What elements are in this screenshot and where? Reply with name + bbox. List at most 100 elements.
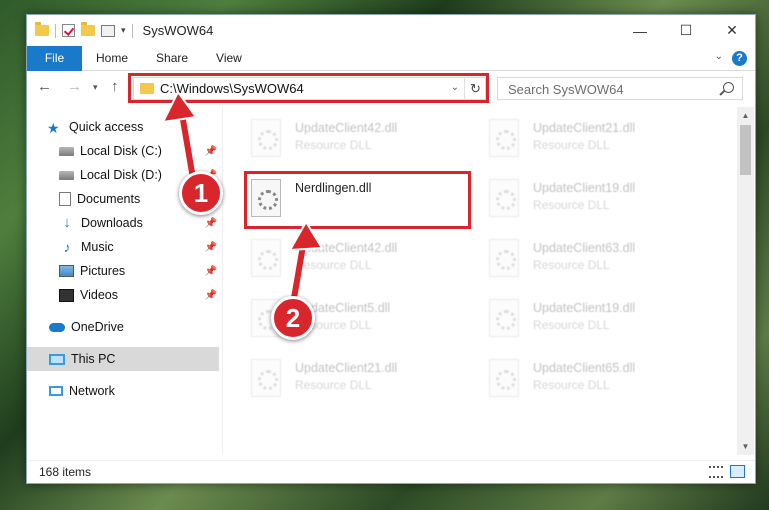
file-type: Resource DLL	[533, 378, 610, 392]
file-name: UpdateClient21.dll	[295, 361, 398, 375]
music-note-icon: ♪	[63, 239, 71, 255]
document-icon	[59, 192, 71, 206]
scroll-down-arrow-icon[interactable]: ▼	[737, 438, 754, 455]
nav-item-label: OneDrive	[71, 320, 124, 334]
file-item[interactable]: UpdateClient42.dll Resource DLL	[223, 111, 453, 167]
file-name: UpdateClient19.dll	[533, 181, 636, 195]
nav-item-downloads[interactable]: ↓ Downloads 📌	[27, 211, 219, 235]
dll-file-icon	[489, 119, 519, 157]
dll-file-icon	[251, 119, 281, 157]
quick-access-toolbar: ▾	[27, 22, 133, 38]
dll-file-icon	[489, 179, 519, 217]
file-name: UpdateClient42.dll	[295, 121, 398, 135]
new-folder-icon[interactable]	[81, 22, 95, 36]
nav-item-label: Local Disk (C:)	[80, 144, 162, 158]
drive-icon	[59, 170, 74, 180]
nav-item-label: Quick access	[69, 120, 144, 134]
nav-item-label: Network	[69, 384, 115, 398]
up-arrow-icon[interactable]: ↑	[111, 78, 119, 95]
dll-file-icon	[489, 239, 519, 277]
network-icon	[49, 386, 63, 396]
title-bar: ▾ SysWOW64 — ☐ ✕	[27, 15, 755, 46]
item-count: 168 items	[39, 465, 92, 479]
cloud-icon	[49, 322, 65, 332]
file-name: UpdateClient19.dll	[533, 301, 636, 315]
file-item[interactable]: UpdateClient19.dll Resource DLL	[461, 171, 691, 227]
file-item[interactable]: UpdateClient63.dll Resource DLL	[461, 231, 691, 287]
file-type: Resource DLL	[533, 318, 610, 332]
pin-icon[interactable]: 📌	[205, 242, 217, 253]
step-2-badge: 2	[271, 296, 315, 340]
toolbar-divider	[55, 23, 56, 38]
file-type: Resource DLL	[295, 378, 372, 392]
large-icons-view-icon[interactable]	[730, 465, 745, 478]
tab-home[interactable]: Home	[82, 46, 142, 71]
file-item[interactable]: UpdateClient21.dll Resource DLL	[223, 351, 453, 407]
help-icon[interactable]: ?	[732, 51, 747, 66]
dll-file-icon	[489, 359, 519, 397]
file-type: Resource DLL	[533, 198, 610, 212]
nav-item-videos[interactable]: Videos 📌	[27, 283, 219, 307]
tab-share[interactable]: Share	[142, 46, 202, 71]
details-view-icon[interactable]	[709, 466, 723, 478]
download-arrow-icon: ↓	[63, 214, 71, 231]
computer-icon	[49, 353, 65, 365]
scroll-up-arrow-icon[interactable]: ▲	[737, 107, 754, 124]
file-item[interactable]: UpdateClient19.dll Resource DLL	[461, 291, 691, 347]
nav-item-label: Local Disk (D:)	[80, 168, 162, 182]
expand-ribbon-chevron-icon[interactable]: ⌄	[715, 51, 723, 62]
picture-icon	[59, 265, 74, 277]
address-row: ← → ▾ ↑ C:\Windows\SysWOW64 ⌄ ↻ Search S…	[27, 72, 755, 104]
file-item[interactable]: UpdateClient5.dll Resource DLL	[223, 291, 453, 347]
tab-view[interactable]: View	[202, 46, 256, 71]
maximize-button[interactable]: ☐	[663, 15, 709, 46]
nav-item-label: Downloads	[81, 216, 143, 230]
customize-icon[interactable]	[101, 24, 115, 37]
folder-icon[interactable]	[35, 22, 49, 36]
search-placeholder: Search SysWOW64	[508, 82, 624, 97]
tab-file[interactable]: File	[27, 45, 82, 71]
file-explorer-window: ▾ SysWOW64 — ☐ ✕ File Home Share View ⌄ …	[26, 14, 756, 484]
dll-file-icon	[489, 299, 519, 337]
file-item[interactable]: UpdateClient65.dll Resource DLL	[461, 351, 691, 407]
file-item[interactable]: UpdateClient42.dll Resource DLL	[223, 231, 453, 287]
back-arrow-icon[interactable]: ←	[37, 78, 52, 95]
pin-icon[interactable]: 📌	[205, 218, 217, 229]
nav-item-music[interactable]: ♪ Music 📌	[27, 235, 219, 259]
nav-item-this-pc[interactable]: This PC	[27, 347, 219, 371]
chevron-down-icon[interactable]: ▾	[121, 25, 126, 36]
file-item[interactable]: UpdateClient21.dll Resource DLL	[461, 111, 691, 167]
file-name: UpdateClient21.dll	[533, 121, 636, 135]
nav-item-label: Music	[81, 240, 114, 254]
file-type: Resource DLL	[533, 258, 610, 272]
window-title: SysWOW64	[142, 23, 214, 38]
search-icon[interactable]	[723, 82, 734, 93]
status-bar: 168 items	[27, 460, 755, 484]
nav-item-onedrive[interactable]: OneDrive	[27, 315, 219, 339]
file-type: Resource DLL	[295, 138, 372, 152]
ribbon-tabs: File Home Share View ⌄ ?	[27, 45, 755, 71]
nav-item-network[interactable]: Network	[27, 379, 219, 403]
toolbar-divider	[131, 23, 133, 38]
pin-icon[interactable]: 📌	[205, 266, 217, 277]
nav-item-label: Pictures	[80, 264, 126, 278]
search-input[interactable]: Search SysWOW64	[497, 77, 743, 100]
file-name: UpdateClient63.dll	[533, 241, 636, 255]
properties-check-icon[interactable]	[62, 24, 75, 37]
nav-item-label: Documents	[77, 192, 141, 206]
scroll-thumb[interactable]	[740, 125, 751, 175]
star-icon: ★	[47, 120, 60, 136]
recent-locations-chevron-icon[interactable]: ▾	[93, 82, 98, 93]
dll-file-icon	[251, 359, 281, 397]
film-icon	[59, 288, 74, 302]
step-1-badge: 1	[179, 171, 223, 215]
nav-item-label: Videos	[80, 288, 118, 302]
minimize-button[interactable]: —	[617, 15, 663, 46]
window-controls: — ☐ ✕	[617, 15, 755, 46]
forward-arrow-icon[interactable]: →	[67, 78, 82, 95]
pin-icon[interactable]: 📌	[205, 290, 217, 301]
nav-item-pictures[interactable]: Pictures 📌	[27, 259, 219, 283]
close-button[interactable]: ✕	[709, 15, 755, 46]
nav-item-label: This PC	[71, 352, 116, 366]
vertical-scrollbar[interactable]: ▲ ▼	[737, 107, 754, 455]
